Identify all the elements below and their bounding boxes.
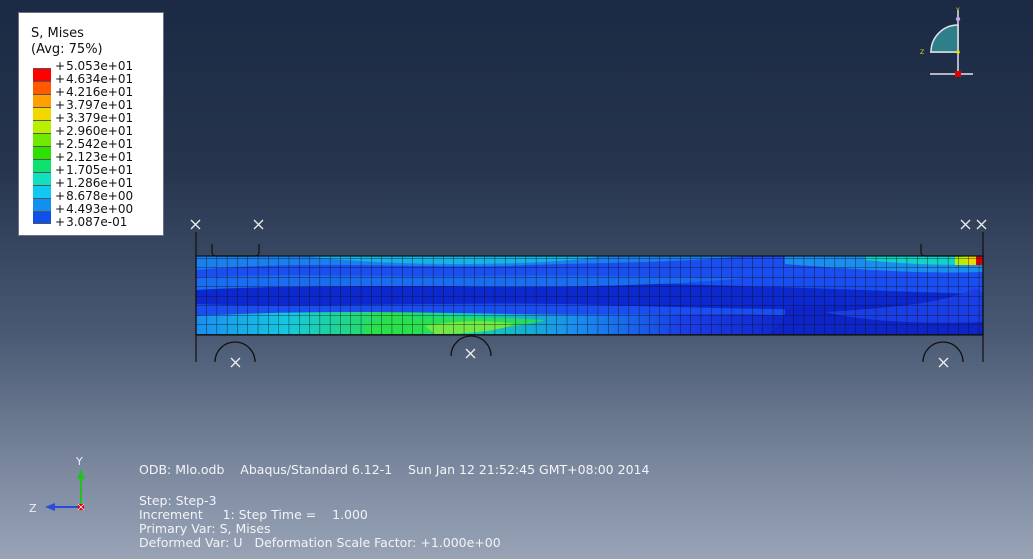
triad-top-z-label: Z bbox=[920, 49, 924, 56]
legend-swatch bbox=[33, 81, 51, 94]
legend-swatch bbox=[33, 198, 51, 211]
triad-bottom-y-label: Y bbox=[75, 455, 83, 468]
legend-values: 5.053e+014.634e+014.216e+013.797e+013.37… bbox=[55, 60, 133, 229]
view-orientation-triad: Y Z bbox=[915, 4, 985, 88]
odb-info-line: ODB: Mlo.odb Abaqus/Standard 6.12-1 Sun … bbox=[139, 462, 650, 477]
legend-swatch bbox=[33, 172, 51, 185]
triad-top-y-label: Y bbox=[955, 7, 960, 14]
legend-swatch bbox=[33, 107, 51, 120]
legend-swatch bbox=[33, 133, 51, 146]
legend-swatch bbox=[33, 94, 51, 107]
beam-contour-plot bbox=[190, 219, 987, 368]
legend-swatch bbox=[33, 68, 51, 81]
primary-var-line: Primary Var: S, Mises bbox=[139, 521, 271, 536]
legend-swatch bbox=[33, 120, 51, 133]
legend-swatch bbox=[33, 159, 51, 172]
deformed-var-line: Deformed Var: U Deformation Scale Factor… bbox=[139, 535, 501, 550]
contour-legend: S, Mises (Avg: 75%) 5.053e+014.634e+014.… bbox=[18, 12, 164, 236]
increment-info-line: Increment 1: Step Time = 1.000 bbox=[139, 507, 368, 522]
legend-swatch bbox=[33, 185, 51, 198]
triad-top-icon: Y Z bbox=[920, 7, 973, 77]
legend-title: S, Mises bbox=[31, 26, 84, 41]
legend-color-bar bbox=[33, 68, 51, 224]
legend-swatch bbox=[33, 146, 51, 159]
step-info-line: Step: Step-3 bbox=[139, 493, 217, 508]
triad-bottom-icon: Y Z bbox=[29, 455, 85, 515]
legend-swatch bbox=[33, 211, 51, 224]
beam-model-viewport[interactable] bbox=[185, 212, 995, 376]
legend-subtitle: (Avg: 75%) bbox=[31, 42, 103, 57]
global-axis-triad: Y Z bbox=[25, 455, 105, 524]
triad-bottom-z-label: Z bbox=[29, 502, 37, 515]
legend-value: 3.087e-01 bbox=[55, 216, 133, 229]
